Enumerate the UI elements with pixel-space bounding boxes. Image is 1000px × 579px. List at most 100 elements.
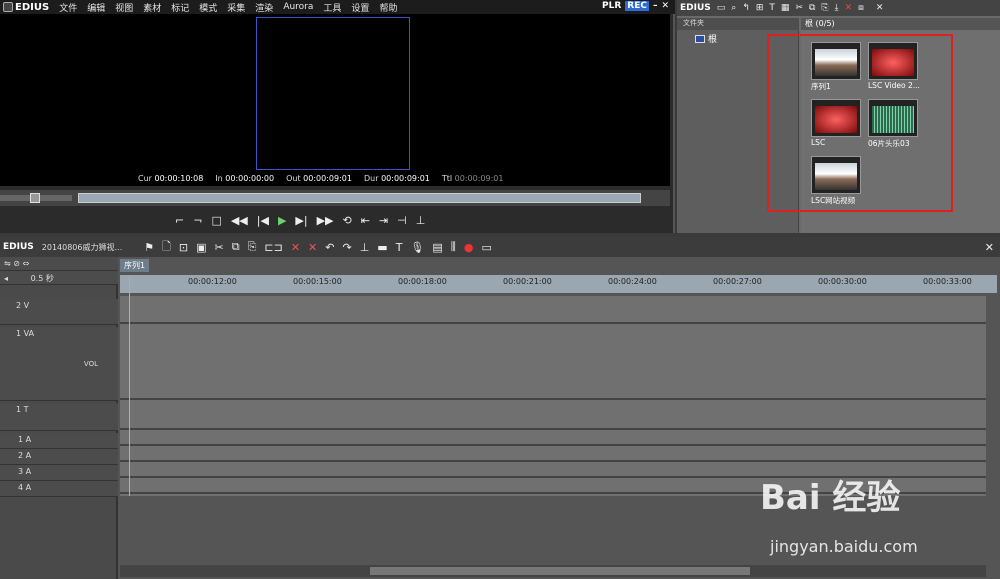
track-header[interactable]: 1 T — [0, 403, 118, 431]
title-icon[interactable]: T — [396, 241, 403, 254]
extract-icon[interactable]: ⊣ — [397, 214, 407, 227]
add-clip-icon[interactable]: ⊞ — [756, 3, 764, 13]
menu-help[interactable]: 帮助 — [379, 1, 397, 14]
timeline-close-icon[interactable]: ✕ — [985, 241, 994, 254]
track-name: 3 A — [18, 467, 32, 476]
time-ruler[interactable]: 00:00:12:00 00:00:15:00 00:00:18:00 00:0… — [120, 275, 997, 293]
track-header[interactable]: 4 A — [0, 481, 118, 497]
voiceover-icon[interactable]: 🎙 — [410, 241, 424, 254]
record-icon[interactable]: ● — [464, 241, 474, 254]
rec-toggle[interactable]: REC — [625, 1, 649, 11]
split-icon[interactable]: ⊥ — [360, 241, 370, 254]
horizontal-scrollbar[interactable] — [120, 565, 986, 577]
stop-icon[interactable]: □ — [211, 214, 221, 227]
new-icon[interactable]: 🗋 — [162, 238, 171, 257]
menu-aurora[interactable]: Aurora — [283, 2, 313, 12]
close-icon[interactable]: ✕ — [661, 1, 669, 11]
track-lane-1a[interactable] — [120, 430, 986, 446]
insert-icon[interactable]: ⇤ — [361, 214, 370, 227]
position-bar[interactable] — [78, 193, 641, 203]
color-bar-icon[interactable]: ▦ — [781, 3, 790, 13]
delete-icon[interactable]: ✕ — [291, 241, 300, 254]
track-name: 2 V — [16, 301, 30, 310]
play-icon[interactable]: ▶ — [278, 214, 286, 227]
menu-capture[interactable]: 采集 — [227, 1, 245, 14]
transport-controls: ⌐ ¬ □ ◀◀ |◀ ▶ ▶| ▶▶ ⟲ ⇤ ⇥ ⊣ ⊥ — [175, 210, 535, 230]
track-name: 1 VA — [16, 329, 35, 338]
folder-icon[interactable]: ▭ — [717, 3, 726, 13]
menu-settings[interactable]: 设置 — [351, 1, 369, 14]
sequence-tab[interactable]: 序列1 — [120, 259, 150, 272]
mixer-icon[interactable]: ⫼ — [451, 240, 456, 254]
tc-ttl: Ttl 00:00:09:01 — [441, 174, 504, 183]
copy-icon[interactable]: ⧉ — [232, 240, 240, 254]
snap-icon[interactable]: ⇋ — [4, 259, 11, 268]
open-icon[interactable]: ⊡ — [179, 241, 188, 254]
minimize-icon[interactable]: – — [653, 1, 658, 11]
loop-icon[interactable]: ⟲ — [343, 214, 352, 227]
rewind-icon[interactable]: ◀◀ — [231, 214, 248, 227]
copy-icon[interactable]: ⧉ — [809, 3, 815, 13]
up-folder-icon[interactable]: ↰ — [742, 3, 750, 13]
fast-forward-icon[interactable]: ▶▶ — [317, 214, 334, 227]
step-back-icon[interactable]: |◀ — [257, 214, 269, 227]
add-timeline-icon[interactable]: ⤓ — [835, 3, 839, 13]
layout-icon[interactable]: ▭ — [481, 241, 491, 254]
tc-out: Out 00:00:09:01 — [286, 174, 352, 183]
delete-icon[interactable]: ✕ — [845, 3, 853, 13]
replace-icon[interactable]: ⊏⊐ — [264, 241, 282, 254]
highlight-box — [767, 34, 953, 212]
track-lane-1va[interactable] — [120, 324, 986, 400]
plr-toggle[interactable]: PLR — [602, 1, 621, 11]
timeline-cursor[interactable] — [129, 278, 130, 496]
track-header[interactable]: 3 A — [0, 465, 118, 481]
track-header[interactable]: 1 VA VOL — [0, 327, 118, 401]
save-icon[interactable]: ▣ — [196, 241, 206, 254]
undo-icon[interactable]: ↶ — [325, 241, 334, 254]
track-lane-1t[interactable] — [120, 400, 986, 430]
track-header[interactable]: 2 V — [0, 299, 118, 325]
set-in-icon[interactable]: ⌐ — [175, 214, 184, 227]
bin-close-icon[interactable]: ✕ — [876, 3, 884, 13]
search-icon[interactable]: ⌕ — [731, 3, 736, 13]
menu-tools[interactable]: 工具 — [323, 1, 341, 14]
menu-file[interactable]: 文件 — [59, 1, 77, 14]
cut-icon[interactable]: ✂ — [795, 3, 803, 13]
track-header[interactable]: 2 A — [0, 449, 118, 465]
cut-icon[interactable]: ✂ — [214, 241, 223, 254]
menu-clip[interactable]: 素材 — [143, 1, 161, 14]
menu-marker[interactable]: 标记 — [171, 1, 189, 14]
set-out-icon[interactable]: ¬ — [193, 214, 202, 227]
ripple-icon[interactable]: ▬ — [377, 241, 387, 254]
menu-view[interactable]: 视图 — [115, 1, 133, 14]
paste-icon[interactable]: ⎘ — [821, 3, 828, 13]
sync-icon[interactable]: ⇔ — [23, 259, 30, 268]
redo-icon[interactable]: ↷ — [342, 241, 351, 254]
folder-root[interactable]: 根 — [695, 32, 717, 45]
menu-render[interactable]: 渲染 — [255, 1, 273, 14]
view-icon[interactable]: ⧈ — [858, 3, 864, 13]
track-header[interactable]: 1 A — [0, 433, 118, 449]
lift-icon[interactable]: ⊥ — [416, 214, 426, 227]
scroll-thumb[interactable] — [370, 567, 750, 575]
paste-icon[interactable]: ⎘ — [248, 240, 257, 254]
menu-mode[interactable]: 模式 — [199, 1, 217, 14]
mode-icon[interactable]: ⚑ — [144, 241, 154, 254]
tc-cur: Cur 00:00:10:08 — [138, 174, 204, 183]
track-lane-2v[interactable] — [120, 296, 986, 324]
step-forward-icon[interactable]: ▶| — [295, 214, 307, 227]
render-icon[interactable]: ▤ — [432, 241, 442, 254]
track-lane-2a[interactable] — [120, 446, 986, 462]
shuttle-knob[interactable] — [30, 193, 40, 203]
menu-edit[interactable]: 编辑 — [87, 1, 105, 14]
ruler-tick: 00:00:24:00 — [608, 277, 657, 286]
track-tool-row: ⇋ ⊘ ⇔ — [0, 257, 118, 271]
title-icon[interactable]: T — [769, 3, 775, 13]
app-title: EDIUS — [15, 1, 50, 13]
ripple-delete-icon[interactable]: ✕ — [308, 241, 317, 254]
mute-icon[interactable]: ⊘ — [13, 259, 20, 268]
zoom-left-icon[interactable]: ◂ — [4, 274, 8, 283]
overwrite-icon[interactable]: ⇥ — [379, 214, 388, 227]
zoom-row[interactable]: ◂ 0.5 秒 — [0, 271, 118, 285]
folder-header: 文件夹 — [677, 18, 799, 30]
